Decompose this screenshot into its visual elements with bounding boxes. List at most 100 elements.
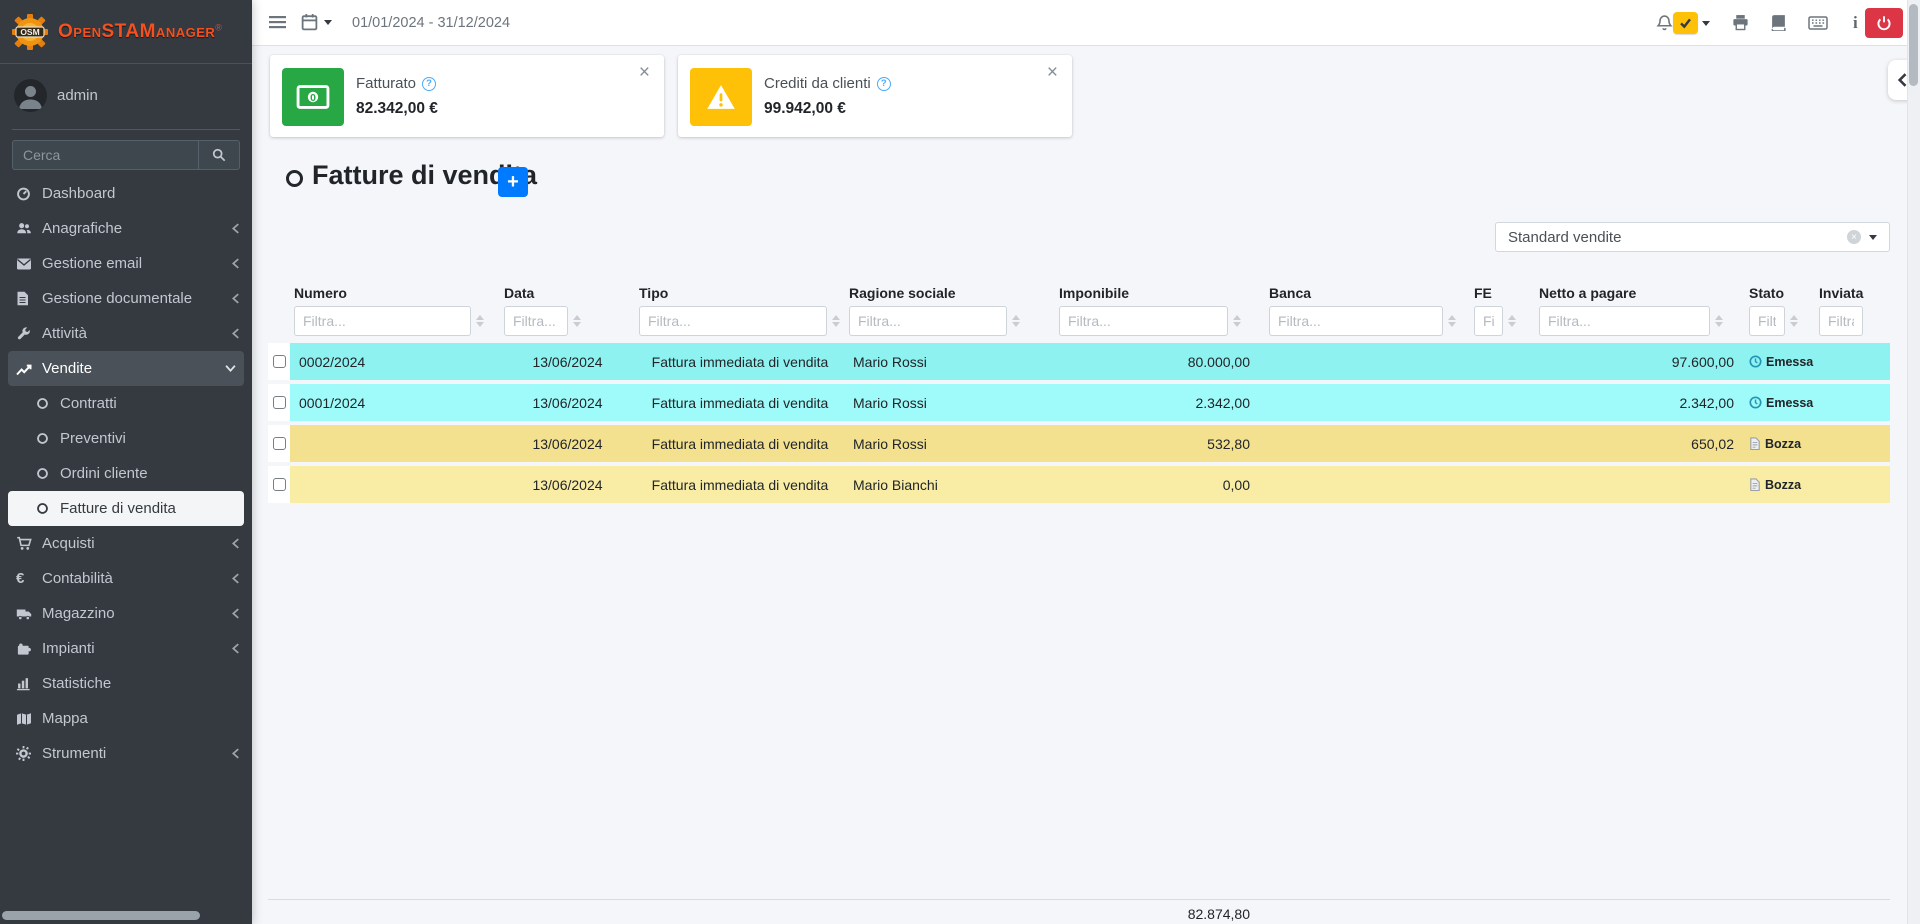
- filter-input-imponibile[interactable]: [1059, 306, 1228, 336]
- power-icon: [1876, 15, 1892, 31]
- widget-value: 82.342,00 €: [356, 100, 438, 118]
- status-badge: Bozza: [1765, 437, 1801, 451]
- table-row[interactable]: 0002/2024 13/06/2024 Fattura immediata d…: [268, 343, 1890, 380]
- filter-input-stato[interactable]: [1749, 306, 1785, 336]
- cell-numero: [290, 466, 500, 503]
- row-checkbox[interactable]: [273, 355, 286, 368]
- sort-control[interactable]: [573, 315, 581, 327]
- table-row[interactable]: 13/06/2024 Fattura immediata di vendita …: [268, 466, 1890, 503]
- sidebar-item-impianti[interactable]: Impianti: [0, 631, 252, 666]
- filter-input-inviata[interactable]: [1819, 306, 1863, 336]
- sidebar-scrollbar-thumb[interactable]: [2, 911, 200, 920]
- filter-input-netto[interactable]: [1539, 306, 1710, 336]
- sidebar-item-gestione-documentale[interactable]: Gestione documentale: [0, 281, 252, 316]
- user-name[interactable]: admin: [57, 87, 98, 104]
- sort-control[interactable]: [1448, 315, 1456, 327]
- sidebar-item-label: Mappa: [42, 710, 88, 727]
- cart-icon: [16, 536, 32, 551]
- search-input[interactable]: [12, 140, 198, 170]
- sidebar-item-gestione-email[interactable]: Gestione email: [0, 246, 252, 281]
- sidebar-item-acquisti[interactable]: Acquisti: [0, 526, 252, 561]
- filter-input-numero[interactable]: [294, 306, 471, 336]
- sidebar-item-preventivi[interactable]: Preventivi: [0, 421, 252, 456]
- period-picker-button[interactable]: [301, 13, 332, 31]
- sidebar-item-mappa[interactable]: Mappa: [0, 701, 252, 736]
- column-header[interactable]: Data: [500, 283, 635, 303]
- cell-netto: [1535, 466, 1745, 503]
- sidebar-item-contratti[interactable]: Contratti: [0, 386, 252, 421]
- column-header[interactable]: Inviata: [1815, 283, 1890, 303]
- row-checkbox[interactable]: [273, 396, 286, 409]
- clear-icon[interactable]: ×: [1847, 230, 1861, 244]
- sidebar-item-ordini-cliente[interactable]: Ordini cliente: [0, 456, 252, 491]
- sidebar-item-strumenti[interactable]: Strumenti: [0, 736, 252, 771]
- search-button[interactable]: [198, 140, 240, 170]
- svg-text:OSM: OSM: [20, 26, 39, 36]
- file-icon: [1749, 437, 1761, 450]
- circle-icon: [36, 467, 49, 480]
- euro-icon: €: [16, 570, 24, 587]
- sort-control[interactable]: [1508, 315, 1516, 327]
- sidebar-item-label: Strumenti: [42, 745, 106, 762]
- sidebar-toggle-button[interactable]: [268, 14, 287, 30]
- column-header[interactable]: Tipo: [635, 283, 845, 303]
- close-icon[interactable]: ×: [1047, 63, 1058, 82]
- print-button[interactable]: [1732, 14, 1749, 31]
- page-scrollbar-thumb[interactable]: [1909, 4, 1918, 86]
- filter-input-fe[interactable]: [1474, 306, 1503, 336]
- sidebar-item-contabilita[interactable]: € Contabilità: [0, 561, 252, 596]
- sidebar-item-fatture-di-vendita[interactable]: Fatture di vendita: [8, 491, 244, 526]
- sort-control[interactable]: [1233, 315, 1241, 327]
- close-icon[interactable]: ×: [639, 63, 650, 82]
- filter-input-data[interactable]: [504, 306, 568, 336]
- help-icon[interactable]: ?: [422, 77, 436, 91]
- date-range[interactable]: 01/01/2024 - 31/12/2024: [352, 0, 510, 45]
- table-row[interactable]: 13/06/2024 Fattura immediata di vendita …: [268, 425, 1890, 462]
- filter-input-banca[interactable]: [1269, 306, 1443, 336]
- sort-control[interactable]: [1715, 315, 1723, 327]
- plus-icon: +: [507, 171, 519, 194]
- search-icon: [212, 148, 226, 162]
- filter-input-ragione-sociale[interactable]: [849, 306, 1007, 336]
- page-scrollbar-track[interactable]: [1907, 0, 1920, 924]
- sort-control[interactable]: [832, 315, 840, 327]
- sort-control[interactable]: [476, 315, 484, 327]
- clock-icon: [1749, 396, 1762, 409]
- column-header[interactable]: Imponibile: [1055, 283, 1265, 303]
- row-checkbox[interactable]: [273, 478, 286, 491]
- cell-numero: 0001/2024: [290, 384, 500, 421]
- help-icon[interactable]: ?: [877, 77, 891, 91]
- logout-button[interactable]: [1865, 8, 1903, 38]
- table-row[interactable]: 0001/2024 13/06/2024 Fattura immediata d…: [268, 384, 1890, 421]
- filter-input-tipo[interactable]: [639, 306, 827, 336]
- column-header[interactable]: Stato: [1745, 283, 1815, 303]
- sidebar-item-attivita[interactable]: Attività: [0, 316, 252, 351]
- column-header[interactable]: Banca: [1265, 283, 1470, 303]
- tasks-check-button[interactable]: [1673, 12, 1698, 34]
- column-header[interactable]: FE: [1470, 283, 1535, 303]
- sort-control[interactable]: [1012, 315, 1020, 327]
- sidebar-item-dashboard[interactable]: Dashboard: [0, 176, 252, 211]
- cell-ragione-sociale: Mario Rossi: [845, 425, 1055, 462]
- sort-control[interactable]: [1790, 315, 1798, 327]
- column-header[interactable]: Netto a pagare: [1535, 283, 1745, 303]
- user-icon: [14, 79, 47, 112]
- brand[interactable]: OSM OpenSTAManager®: [0, 0, 252, 64]
- notifications-button[interactable]: [1656, 14, 1673, 32]
- table-body: 0002/2024 13/06/2024 Fattura immediata d…: [268, 343, 1890, 507]
- segment-select[interactable]: Standard vendite ×: [1495, 222, 1890, 252]
- sidebar-item-magazzino[interactable]: Magazzino: [0, 596, 252, 631]
- shortcuts-button[interactable]: [1808, 16, 1828, 30]
- column-header[interactable]: Ragione sociale: [845, 283, 1055, 303]
- avatar[interactable]: [14, 79, 47, 112]
- info-button[interactable]: i: [1853, 13, 1858, 33]
- sidebar-item-anagrafiche[interactable]: Anagrafiche: [0, 211, 252, 246]
- docs-button[interactable]: [1770, 14, 1787, 31]
- column-header[interactable]: Numero: [290, 283, 500, 303]
- tasks-caret-button[interactable]: [1702, 21, 1710, 26]
- sidebar-item-statistiche[interactable]: Statistiche: [0, 666, 252, 701]
- sidebar-item-vendite[interactable]: Vendite: [8, 351, 244, 386]
- sidebar-item-label: Fatture di vendita: [60, 500, 176, 517]
- row-checkbox[interactable]: [273, 437, 286, 450]
- add-invoice-button[interactable]: +: [498, 167, 528, 197]
